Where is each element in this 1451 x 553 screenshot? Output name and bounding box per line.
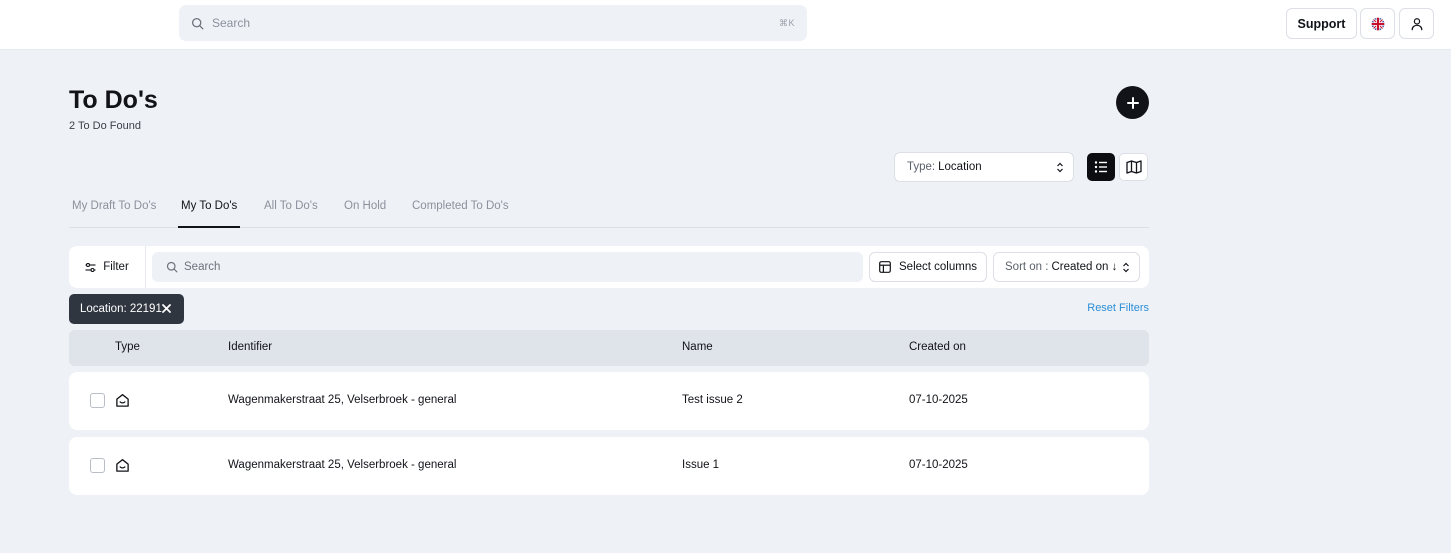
- add-todo-button[interactable]: [1116, 86, 1149, 119]
- row-name: Test issue 2: [682, 394, 743, 406]
- updown-chevron-icon: [1057, 162, 1063, 173]
- uk-flag-icon: [1371, 17, 1384, 30]
- row-checkbox[interactable]: [90, 458, 105, 473]
- tab-all-todos[interactable]: All To Do's: [264, 200, 318, 228]
- updown-chevron-icon: [1123, 262, 1129, 273]
- type-select[interactable]: Type: Location: [894, 152, 1074, 182]
- results-count: 2 To Do Found: [69, 120, 141, 132]
- row-checkbox[interactable]: [90, 393, 105, 408]
- tab-completed[interactable]: Completed To Do's: [412, 200, 509, 228]
- location-house-icon: [116, 459, 129, 472]
- reset-filters-link[interactable]: Reset Filters: [1087, 302, 1149, 314]
- search-icon: [166, 261, 178, 273]
- row-name: Issue 1: [682, 459, 720, 471]
- type-select-label: Type:: [907, 161, 936, 173]
- active-filter-chip: Location: 22191: [69, 294, 184, 324]
- user-icon: [1411, 17, 1422, 30]
- search-icon: [191, 17, 204, 29]
- tab-my-todos[interactable]: My To Do's: [178, 200, 241, 228]
- support-button[interactable]: Support: [1286, 8, 1357, 39]
- table-columns-icon: [879, 261, 891, 273]
- filter-toolbar: Filter Select columns Sort on : Created …: [69, 246, 1149, 288]
- filter-sliders-icon: [85, 262, 96, 272]
- filter-label: Filter: [103, 261, 129, 273]
- tab-on-hold[interactable]: On Hold: [344, 200, 386, 228]
- sort-select[interactable]: Sort on : Created on ↓: [993, 252, 1140, 282]
- filter-button[interactable]: Filter: [69, 246, 146, 288]
- global-search-input[interactable]: [212, 16, 779, 30]
- table-search[interactable]: [152, 252, 863, 282]
- user-menu-button[interactable]: [1399, 8, 1434, 39]
- list-view-toggle[interactable]: [1087, 153, 1115, 181]
- top-bar: ⌘K Support: [0, 0, 1451, 50]
- select-columns-label: Select columns: [899, 261, 977, 273]
- plus-icon: [1126, 96, 1139, 109]
- row-identifier: Wagenmakerstraat 25, Velserbroek - gener…: [228, 459, 457, 471]
- global-search[interactable]: ⌘K: [179, 5, 807, 41]
- type-select-value: Location: [938, 161, 982, 173]
- select-columns-button[interactable]: Select columns: [869, 252, 987, 282]
- page-title: To Do's: [69, 86, 158, 114]
- column-header-created-on[interactable]: Created on: [909, 341, 966, 353]
- tab-my-draft[interactable]: My Draft To Do's: [72, 200, 156, 228]
- close-icon[interactable]: [161, 303, 172, 314]
- column-header-identifier[interactable]: Identifier: [228, 341, 272, 353]
- map-view-toggle[interactable]: [1119, 153, 1148, 181]
- table-header: Type Identifier Name Created on: [69, 330, 1149, 366]
- sort-value: Created on ↓: [1051, 261, 1118, 273]
- map-icon: [1125, 160, 1142, 174]
- table-row[interactable]: Wagenmakerstraat 25, Velserbroek - gener…: [69, 372, 1149, 430]
- row-created-on: 07-10-2025: [909, 459, 968, 471]
- table-search-input[interactable]: [184, 261, 849, 273]
- column-header-name[interactable]: Name: [682, 341, 713, 353]
- list-icon: [1094, 161, 1107, 173]
- todo-tabs: My Draft To Do's My To Do's All To Do's …: [69, 195, 1149, 228]
- sort-label: Sort on :: [1005, 261, 1049, 273]
- row-created-on: 07-10-2025: [909, 394, 968, 406]
- active-filter-label: Location: 22191: [80, 303, 162, 315]
- column-header-type[interactable]: Type: [115, 341, 140, 353]
- search-shortcut: ⌘K: [778, 17, 795, 28]
- language-button[interactable]: [1360, 8, 1395, 39]
- row-identifier: Wagenmakerstraat 25, Velserbroek - gener…: [228, 394, 457, 406]
- location-house-icon: [116, 394, 129, 407]
- table-row[interactable]: Wagenmakerstraat 25, Velserbroek - gener…: [69, 437, 1149, 495]
